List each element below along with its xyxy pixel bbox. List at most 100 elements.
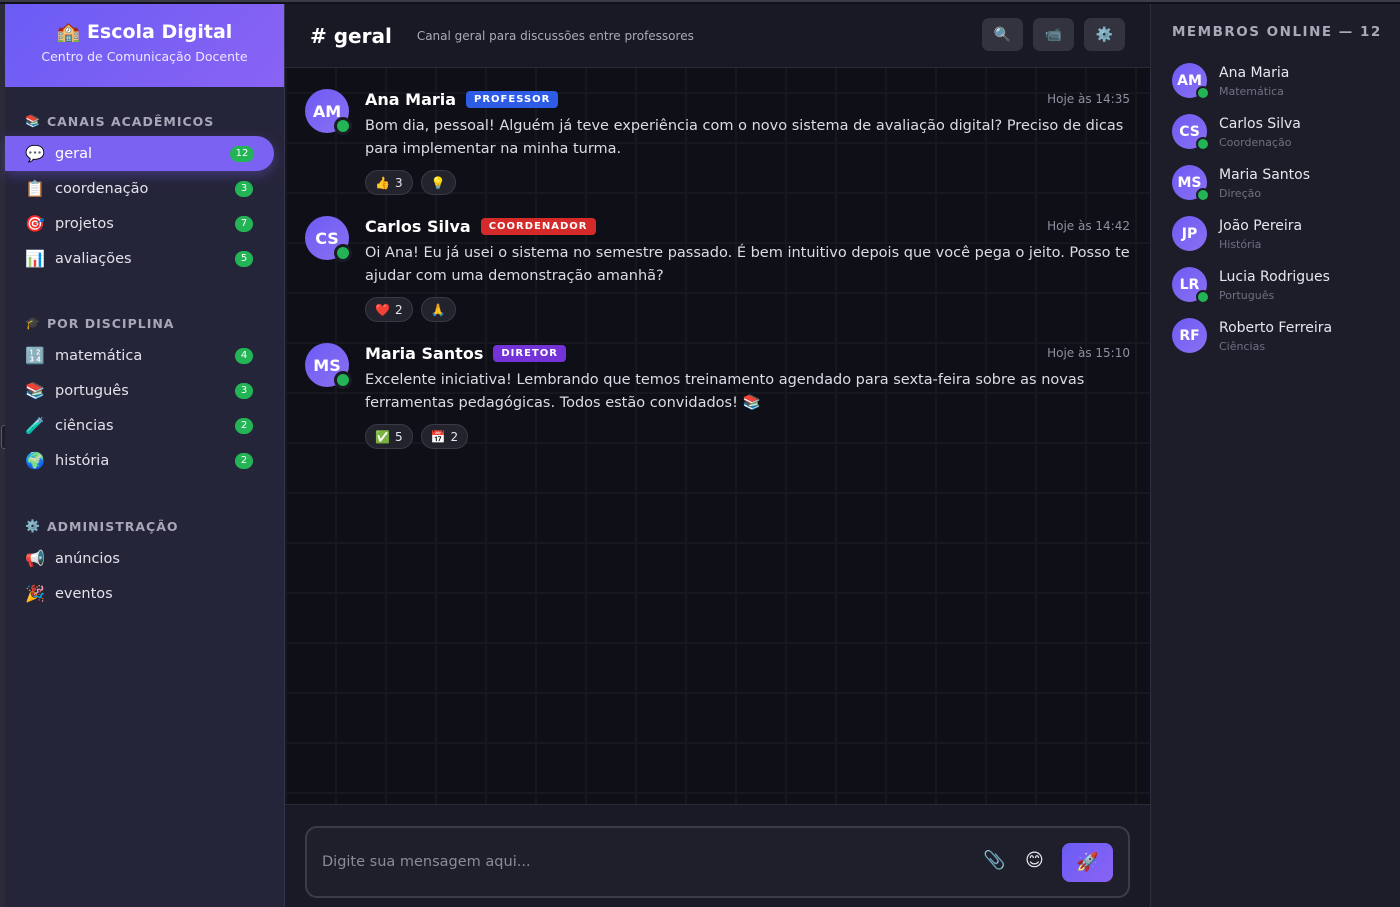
app-window: 🏫 Escola Digital Centro de Comunicação D… xyxy=(0,0,1400,907)
message-timestamp: Hoje às 14:42 xyxy=(1047,219,1130,233)
avatar: AM xyxy=(1172,63,1210,100)
avatar[interactable]: CS xyxy=(305,216,352,262)
online-status-dot xyxy=(334,371,352,389)
channel-header: # geral Canal geral para discussões entr… xyxy=(285,4,1150,68)
avatar-initials: CS xyxy=(1179,123,1200,140)
channel-item[interactable]: 🌍 história 2 xyxy=(5,443,284,478)
reaction-chip[interactable]: 💡 xyxy=(420,170,456,195)
reaction-emoji-icon: ✅ xyxy=(375,429,390,444)
channel-item[interactable]: 🔢 matemática 4 xyxy=(5,338,284,373)
members-panel: MEMBROS ONLINE — 12 AM Ana Maria Matemát… xyxy=(1150,4,1400,907)
channel-section: ⚙️ ADMINISTRAÇÃO 📢 anúncios 🎉 eventos xyxy=(5,478,284,611)
channel-label: avaliações xyxy=(55,250,132,267)
section-title: 🎓 POR DISCIPLINA xyxy=(5,313,284,333)
reaction-emoji-icon: 🙏 xyxy=(430,302,446,317)
member-item[interactable]: JP João Pereira História xyxy=(1172,216,1392,256)
search-button[interactable]: 🔍 xyxy=(982,18,1023,51)
member-name: Ana Maria xyxy=(1219,65,1290,81)
channel-label: coordenação xyxy=(55,180,149,197)
avatar: MS xyxy=(1172,165,1210,202)
reaction-chip[interactable]: 📅 2 xyxy=(420,424,469,449)
channel-icon: 📢 xyxy=(25,549,45,568)
message-header: Ana Maria PROFESSOR Hoje às 14:35 xyxy=(365,89,1130,109)
channel-label: anúncios xyxy=(55,550,120,567)
section-title-label: POR DISCIPLINA xyxy=(46,315,175,331)
member-item[interactable]: MS Maria Santos Direção xyxy=(1172,165,1392,205)
avatar-initials: MS xyxy=(1177,174,1202,191)
role-badge: COORDENADOR xyxy=(480,217,596,235)
channel-item[interactable]: 🎉 eventos xyxy=(5,576,284,611)
message-input[interactable] xyxy=(322,848,962,876)
reaction-list: 👍 3 💡 xyxy=(365,170,456,195)
channel-icon: 📋 xyxy=(25,179,45,198)
section-icon: ⚙️ xyxy=(25,519,41,533)
message-header: Maria Santos DIRETOR Hoje às 15:10 xyxy=(365,343,1130,363)
channel-label: história xyxy=(55,452,110,469)
avatar: CS xyxy=(1172,114,1210,151)
reaction-count: 2 xyxy=(450,429,459,444)
channel-sidebar: 🏫 Escola Digital Centro de Comunicação D… xyxy=(5,4,285,907)
member-name: Lucia Rodrigues xyxy=(1219,269,1330,285)
unread-badge: 12 xyxy=(230,145,254,162)
channel-label: projetos xyxy=(55,215,114,232)
reaction-chip[interactable]: 🙏 xyxy=(420,297,456,322)
member-item[interactable]: CS Carlos Silva Coordenação xyxy=(1172,114,1392,154)
reaction-emoji-icon: 📅 xyxy=(430,429,446,444)
channel-icon: 🧪 xyxy=(25,416,45,435)
unread-badge: 2 xyxy=(235,452,253,469)
member-item[interactable]: LR Lucia Rodrigues Português xyxy=(1172,267,1392,307)
message-text: Oi Ana! Eu já usei o sistema no semestre… xyxy=(365,245,1130,284)
channel-icon: 💬 xyxy=(25,144,45,163)
member-name: João Pereira xyxy=(1219,218,1303,234)
message-composer: 📎 😊 🚀 xyxy=(305,826,1130,898)
unread-badge: 2 xyxy=(235,417,253,434)
channel-section: 🎓 POR DISCIPLINA 🔢 matemática 4 📚 português 3 🧪 c… xyxy=(5,276,284,478)
composer-area: 📎 😊 🚀 xyxy=(285,804,1150,907)
avatar[interactable]: AM xyxy=(305,89,352,135)
settings-button[interactable]: ⚙️ xyxy=(1084,18,1125,51)
channel-item[interactable]: 📋 coordenação 3 xyxy=(5,171,284,206)
avatar-initials: RF xyxy=(1179,327,1200,344)
member-item[interactable]: RF Roberto Ferreira Ciências xyxy=(1172,318,1392,358)
section-icon: 📚 xyxy=(25,114,41,128)
brand-header: 🏫 Escola Digital Centro de Comunicação D… xyxy=(5,4,284,87)
paperclip-icon[interactable]: 📎 xyxy=(983,850,1005,871)
channel-label: eventos xyxy=(55,585,113,602)
avatar-initials: AM xyxy=(1177,72,1202,89)
channel-item[interactable]: 📢 anúncios xyxy=(5,541,284,576)
avatar-initials: CS xyxy=(315,228,339,248)
channel-item[interactable]: 💬 geral 12 xyxy=(5,136,274,171)
rocket-icon: 🚀 xyxy=(1076,852,1099,873)
channel-item[interactable]: 📊 avaliações 5 xyxy=(5,241,284,276)
message-author[interactable]: Ana Maria xyxy=(365,90,456,109)
section-icon: 🎓 xyxy=(25,316,41,330)
message-author[interactable]: Maria Santos xyxy=(365,344,483,363)
online-status-dot xyxy=(334,117,352,135)
message-author[interactable]: Carlos Silva xyxy=(365,217,471,236)
video-call-button[interactable]: 📹 xyxy=(1033,18,1074,51)
channel-label: geral xyxy=(55,145,93,162)
section-title: ⚙️ ADMINISTRAÇÃO xyxy=(5,516,284,536)
channel-item[interactable]: 📚 português 3 xyxy=(5,373,284,408)
channel-item[interactable]: 🎯 projetos 7 xyxy=(5,206,284,241)
member-name: Carlos Silva xyxy=(1219,116,1301,132)
reaction-chip[interactable]: ✅ 5 xyxy=(365,424,413,449)
send-button[interactable]: 🚀 xyxy=(1062,843,1113,882)
channel-icon: 📚 xyxy=(25,381,45,400)
avatar[interactable]: MS xyxy=(305,343,352,389)
brand-title: 🏫 Escola Digital xyxy=(56,21,233,43)
section-title-label: CANAIS ACADÊMICOS xyxy=(46,113,215,129)
emoji-icon[interactable]: 😊 xyxy=(1025,850,1044,871)
reaction-list: ❤️ 2 🙏 xyxy=(365,297,456,322)
member-subject: História xyxy=(1219,238,1262,251)
reaction-chip[interactable]: 👍 3 xyxy=(365,170,413,195)
header-actions: 🔍 📹 ⚙️ xyxy=(982,18,1125,51)
reaction-chip[interactable]: ❤️ 2 xyxy=(365,297,413,322)
avatar-initials: MS xyxy=(313,355,341,375)
unread-badge: 7 xyxy=(235,215,253,232)
unread-badge: 3 xyxy=(235,382,253,399)
member-item[interactable]: AM Ana Maria Matemática xyxy=(1172,63,1392,103)
channel-item[interactable]: 🧪 ciências 2 xyxy=(5,408,284,443)
member-subject: Português xyxy=(1219,289,1275,302)
message-timestamp: Hoje às 15:10 xyxy=(1047,346,1130,360)
